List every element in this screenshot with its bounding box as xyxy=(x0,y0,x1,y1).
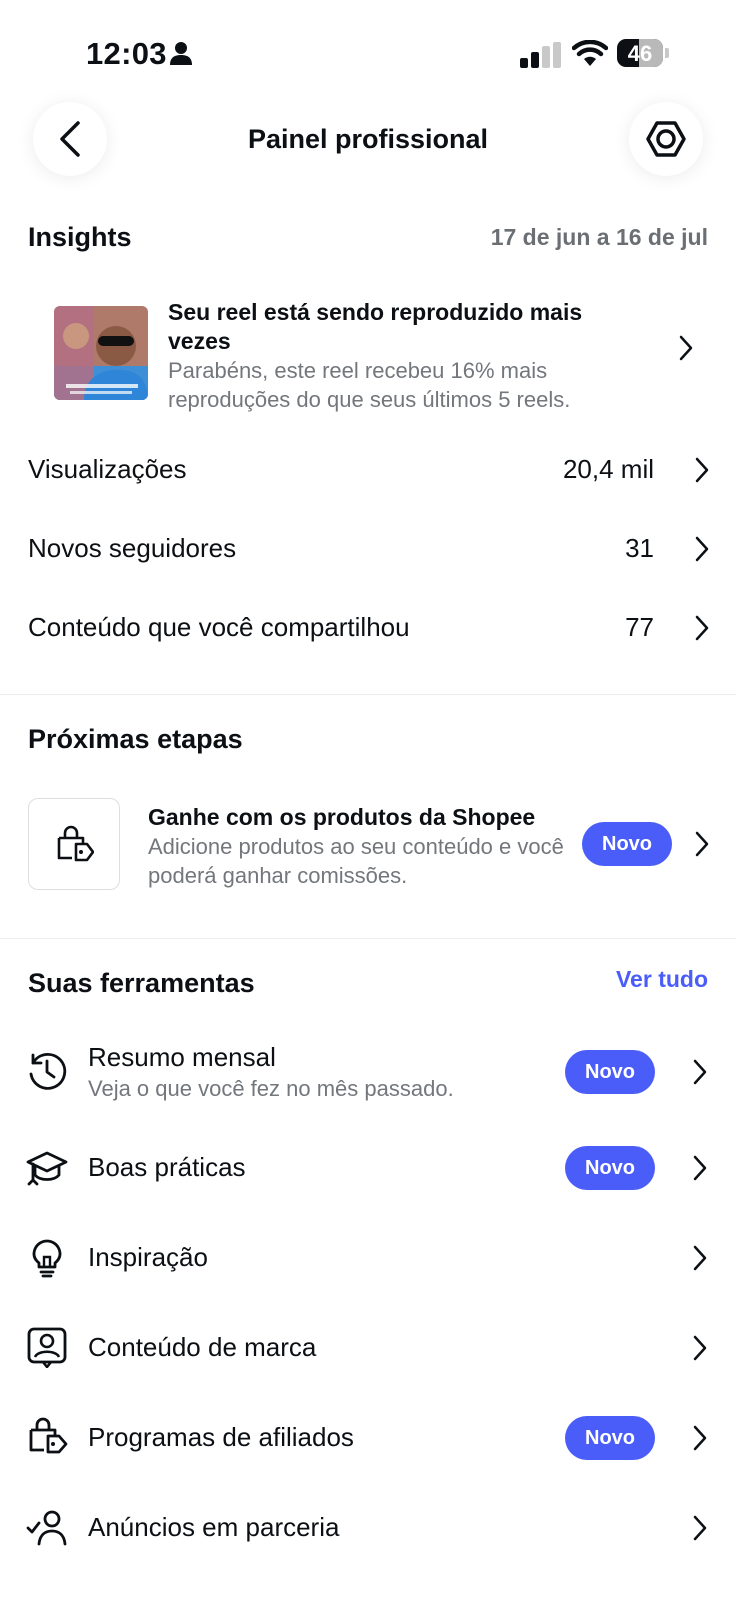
shopping-bag-tag-icon xyxy=(57,825,94,862)
gear-icon xyxy=(646,121,686,157)
cellular-signal-icon xyxy=(520,42,561,68)
new-badge: Novo xyxy=(565,1050,655,1094)
battery-tip xyxy=(665,48,669,58)
metric-row-content-shared[interactable]: Conteúdo que você compartilhou 77 xyxy=(0,598,736,658)
metric-row-views[interactable]: Visualizações 20,4 mil xyxy=(0,440,736,500)
metric-value: 77 xyxy=(625,612,654,642)
reel-insight-description: Parabéns, este reel recebeu 16% mais rep… xyxy=(168,358,571,412)
metric-row-new-followers[interactable]: Novos seguidores 31 xyxy=(0,519,736,579)
shopee-card-description: Adicione produtos ao seu conteúdo e você… xyxy=(148,834,564,888)
partnership-ads-icon xyxy=(26,1510,67,1546)
chevron-right-icon xyxy=(695,536,709,562)
tool-row-affiliate-programs[interactable]: Programas de afiliados Novo xyxy=(0,1398,736,1478)
tool-row-partnership-ads[interactable]: Anúncios em parceria xyxy=(0,1488,736,1568)
reel-insight-card[interactable]: Seu reel está sendo reproduzido mais vez… xyxy=(0,288,736,418)
chevron-right-icon xyxy=(695,457,709,483)
tools-title: Suas ferramentas xyxy=(28,968,255,998)
history-icon xyxy=(29,1052,67,1090)
tool-label: Resumo mensal xyxy=(88,1042,276,1072)
new-badge: Novo xyxy=(565,1146,655,1190)
metric-label: Visualizações xyxy=(28,454,187,484)
tool-row-best-practices[interactable]: Boas práticas Novo xyxy=(0,1128,736,1208)
see-all-link[interactable]: Ver tudo xyxy=(616,966,708,993)
reel-thumbnail xyxy=(54,306,148,400)
battery-icon: 46 xyxy=(617,39,663,67)
chevron-right-icon xyxy=(695,831,709,857)
divider xyxy=(0,694,736,695)
chevron-right-icon xyxy=(693,1245,707,1271)
person-icon xyxy=(170,42,192,65)
chevron-right-icon xyxy=(693,1515,707,1541)
shopee-card-title: Ganhe com os produtos da Shopee xyxy=(148,804,536,830)
graduation-cap-icon xyxy=(26,1151,68,1186)
status-bar: 12:03 46 xyxy=(0,0,736,100)
status-time: 12:03 xyxy=(86,36,167,71)
chevron-right-icon xyxy=(693,1155,707,1181)
metric-value: 31 xyxy=(625,533,654,563)
battery-level: 46 xyxy=(627,41,653,66)
chevron-right-icon xyxy=(693,1059,707,1085)
date-range[interactable]: 17 de jun a 16 de jul xyxy=(491,224,708,251)
shopee-icon-box xyxy=(28,798,120,890)
branded-content-icon xyxy=(27,1327,67,1368)
page-title: Painel profissional xyxy=(247,124,489,154)
lightbulb-icon xyxy=(32,1239,62,1278)
tool-label: Anúncios em parceria xyxy=(88,1512,340,1542)
chevron-right-icon xyxy=(679,335,693,361)
shopee-products-card[interactable]: Ganhe com os produtos da Shopee Adicione… xyxy=(0,796,736,896)
new-badge: Novo xyxy=(565,1416,655,1460)
metric-value: 20,4 mil xyxy=(562,454,654,484)
chevron-right-icon xyxy=(693,1425,707,1451)
metric-label: Conteúdo que você compartilhou xyxy=(28,612,410,642)
reel-insight-title: Seu reel está sendo reproduzido mais vez… xyxy=(168,299,583,354)
chevron-right-icon xyxy=(693,1335,707,1361)
tool-label: Boas práticas xyxy=(88,1152,246,1182)
tool-label: Inspiração xyxy=(88,1242,208,1272)
wifi-icon xyxy=(572,40,608,66)
tool-row-inspiration[interactable]: Inspiração xyxy=(0,1218,736,1298)
tool-label: Conteúdo de marca xyxy=(88,1332,317,1362)
tool-row-branded-content[interactable]: Conteúdo de marca xyxy=(0,1308,736,1388)
shopping-bag-tag-icon xyxy=(29,1417,68,1454)
tool-sublabel: Veja o que você fez no mês passado. xyxy=(88,1076,454,1101)
chevron-right-icon xyxy=(695,615,709,641)
insights-title: Insights xyxy=(28,222,132,252)
tool-label: Programas de afiliados xyxy=(88,1422,354,1452)
divider xyxy=(0,938,736,939)
metric-label: Novos seguidores xyxy=(28,533,237,563)
settings-button[interactable] xyxy=(629,102,703,176)
tool-row-monthly-summary[interactable]: Resumo mensal Veja o que você fez no mês… xyxy=(0,1032,736,1112)
new-badge: Novo xyxy=(582,822,672,866)
next-steps-title: Próximas etapas xyxy=(28,724,243,754)
header: Painel profissional xyxy=(0,96,736,188)
